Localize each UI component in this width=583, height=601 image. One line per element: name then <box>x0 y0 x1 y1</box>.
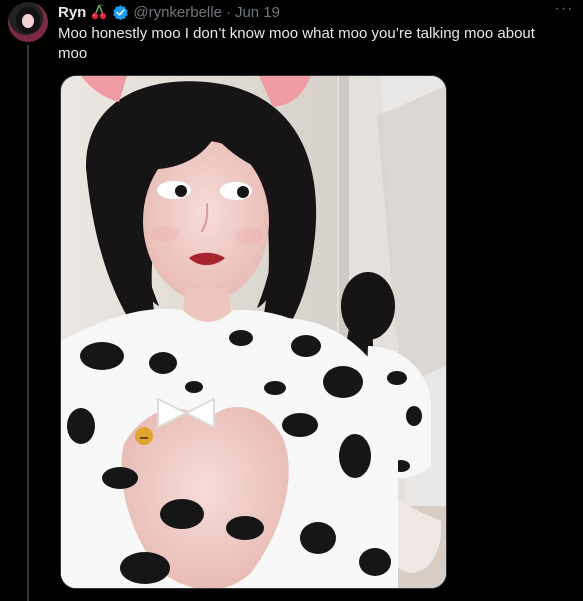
verified-icon <box>112 4 129 21</box>
separator-dot: · <box>225 3 231 21</box>
cow-spot-9 <box>339 434 371 478</box>
more-icon[interactable]: ··· <box>554 1 574 20</box>
pupil-right <box>237 186 249 198</box>
cheek-right <box>235 228 263 244</box>
cow-spot-7 <box>102 467 138 489</box>
reflection-spot-2 <box>406 406 422 426</box>
avatar[interactable] <box>8 2 48 42</box>
cow-spot-12 <box>120 552 170 584</box>
cow-spot-14 <box>359 548 391 576</box>
cherry-icon <box>90 3 108 21</box>
tweet-header: Ryn @rynkerbelle · Jun 19 <box>58 3 280 21</box>
tweet-text: Moo honestly moo I don’t know moo what m… <box>58 25 535 62</box>
cow-spot-5 <box>323 366 363 398</box>
cow-spot-4 <box>291 335 321 357</box>
cow-spot-11 <box>226 516 264 540</box>
reflection-spot-1 <box>387 371 407 385</box>
cow-spot-8 <box>282 413 318 437</box>
display-name[interactable]: Ryn <box>58 4 86 21</box>
cow-spot-16 <box>264 381 286 395</box>
cheek-left <box>151 226 179 242</box>
avatar-face <box>22 14 34 28</box>
thread-line <box>27 45 29 601</box>
tweet-photo[interactable] <box>60 75 447 589</box>
cow-spot-10 <box>160 499 204 529</box>
handle[interactable]: @rynkerbelle <box>133 4 222 21</box>
cow-spot-15 <box>185 381 203 393</box>
bell <box>135 427 153 445</box>
cow-spot-1 <box>80 342 124 370</box>
pupil-left <box>175 185 187 197</box>
tweet[interactable]: Ryn @rynkerbelle · Jun 19 ··· Moo honest… <box>0 0 583 601</box>
cow-spot-13 <box>300 522 336 554</box>
cow-spot-3 <box>229 330 253 346</box>
cow-spot-6 <box>67 408 95 444</box>
cow-spot-2 <box>149 352 177 374</box>
post-date[interactable]: Jun 19 <box>235 4 280 21</box>
